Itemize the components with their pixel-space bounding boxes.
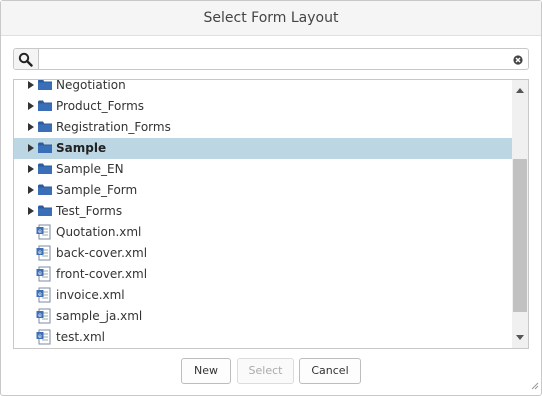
scroll-down-icon[interactable]	[516, 335, 524, 340]
folder-icon	[38, 163, 52, 177]
tree-item-label: sample_ja.xml	[56, 309, 143, 323]
tree-folder-row[interactable]: Test_Forms	[14, 201, 512, 222]
tree-file-row[interactable]: e invoice.xml	[14, 285, 512, 306]
svg-text:e: e	[38, 333, 42, 340]
tree-item-label: Registration_Forms	[56, 120, 171, 134]
cancel-button[interactable]: Cancel	[299, 358, 361, 384]
tree-item-label: Product_Forms	[56, 99, 145, 113]
search-bar	[13, 48, 529, 70]
tree-item-label: Sample	[56, 141, 107, 155]
expand-arrow-icon[interactable]	[28, 144, 34, 152]
tree-item-label: invoice.xml	[56, 288, 125, 302]
new-button[interactable]: New	[181, 358, 231, 384]
tree-file-row[interactable]: e sample_ja.xml	[14, 306, 512, 327]
form-layout-tree: Negotiation Product_Forms Registration_For…	[13, 79, 529, 349]
expand-arrow-icon[interactable]	[28, 102, 34, 110]
tree-item-label: Sample_Form	[56, 183, 138, 197]
xml-file-icon: e	[36, 245, 52, 264]
tree-item-label: test.xml	[56, 330, 105, 344]
tree-file-row[interactable]: e back-cover.xml	[14, 243, 512, 264]
tree-item-label: front-cover.xml	[56, 267, 148, 281]
folder-icon	[38, 80, 52, 93]
expand-arrow-icon[interactable]	[28, 207, 34, 215]
tree-scrollbar[interactable]	[512, 80, 528, 348]
expand-arrow-icon[interactable]	[28, 81, 34, 89]
select-button[interactable]: Select	[237, 358, 294, 384]
search-input[interactable]	[40, 50, 514, 67]
xml-file-icon: e	[36, 224, 52, 243]
tree-file-row[interactable]: e test.xml	[14, 327, 512, 348]
folder-icon	[38, 184, 52, 198]
resize-grip-icon[interactable]	[531, 379, 539, 393]
folder-icon	[38, 121, 52, 135]
tree-file-row[interactable]: e front-cover.xml	[14, 264, 512, 285]
tree-item-label: Quotation.xml	[56, 225, 142, 239]
dialog-buttons: New Select Cancel	[1, 358, 541, 384]
folder-icon	[38, 142, 52, 156]
svg-text:e: e	[38, 312, 42, 319]
tree-item-label: Sample_EN	[56, 162, 124, 176]
xml-file-icon: e	[36, 329, 52, 348]
search-icon[interactable]	[14, 49, 39, 69]
svg-text:e: e	[38, 228, 42, 235]
tree-folder-row[interactable]: Sample_EN	[14, 159, 512, 180]
xml-file-icon: e	[36, 287, 52, 306]
tree-folder-row[interactable]: Sample	[14, 138, 512, 159]
svg-text:e: e	[38, 291, 42, 298]
tree-folder-row[interactable]: Sample_Form	[14, 180, 512, 201]
tree-file-row[interactable]: e Quotation.xml	[14, 222, 512, 243]
expand-arrow-icon[interactable]	[28, 123, 34, 131]
folder-icon	[38, 100, 52, 114]
select-form-layout-dialog: Select Form Layout Negotiation Product_Fo…	[0, 0, 542, 396]
tree-item-label: Test_Forms	[56, 204, 123, 218]
scroll-up-icon[interactable]	[516, 88, 524, 93]
dialog-title: Select Form Layout	[1, 1, 541, 36]
expand-arrow-icon[interactable]	[28, 165, 34, 173]
xml-file-icon: e	[36, 266, 52, 285]
tree-folder-row[interactable]: Registration_Forms	[14, 117, 512, 138]
clear-search-icon[interactable]	[513, 54, 523, 68]
scrollbar-thumb[interactable]	[513, 159, 527, 312]
tree-folder-row[interactable]: Negotiation	[14, 79, 512, 96]
tree-folder-row[interactable]: Product_Forms	[14, 96, 512, 117]
tree-item-label: back-cover.xml	[56, 246, 148, 260]
svg-text:e: e	[38, 249, 42, 256]
tree-item-label: Negotiation	[56, 79, 126, 92]
folder-icon	[38, 205, 52, 219]
xml-file-icon: e	[36, 308, 52, 327]
expand-arrow-icon[interactable]	[28, 186, 34, 194]
svg-text:e: e	[38, 270, 42, 277]
